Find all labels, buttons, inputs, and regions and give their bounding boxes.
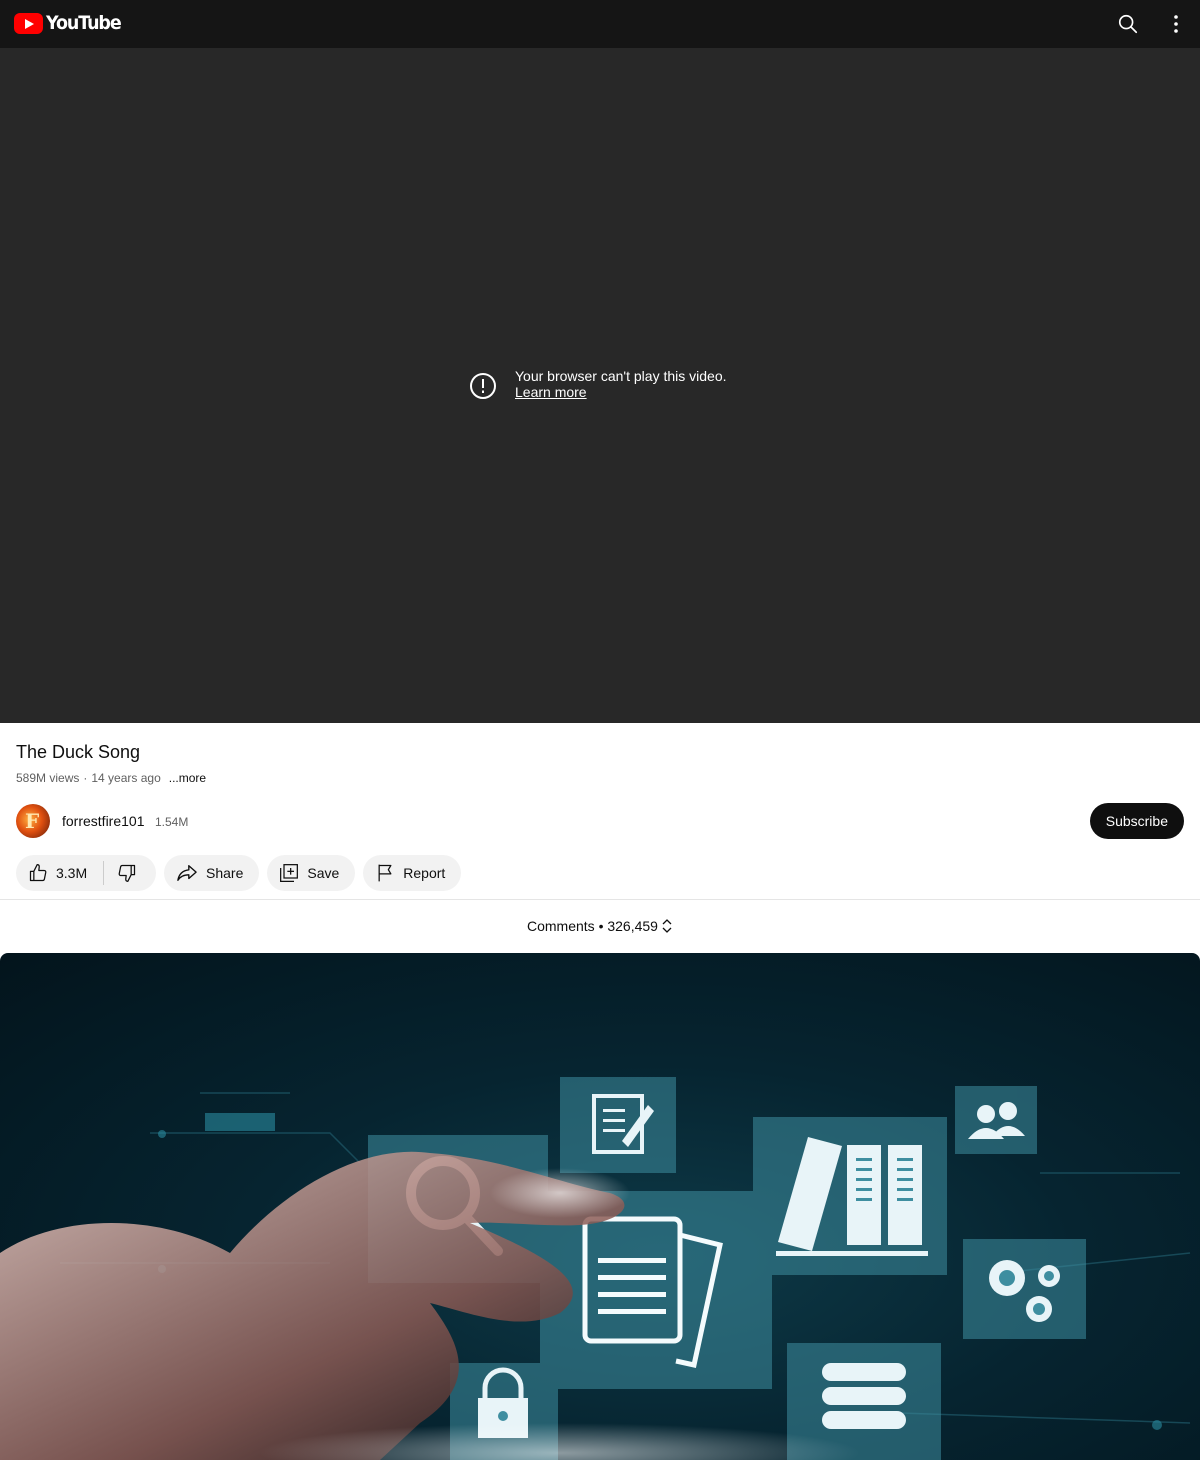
video-player[interactable]: Your browser can't play this video. Lear…: [0, 48, 1200, 723]
share-icon: [177, 865, 197, 881]
ad-illustration: [0, 1077, 1191, 1460]
report-label: Report: [403, 865, 446, 881]
flag-icon: [378, 864, 392, 882]
save-label: Save: [307, 865, 340, 881]
report-button[interactable]: Report: [363, 855, 462, 891]
channel-name[interactable]: forrestfire101: [62, 813, 144, 829]
expand-icon: [662, 919, 672, 933]
like-divider: [103, 861, 104, 885]
youtube-logo[interactable]: YouTube: [14, 13, 127, 34]
dislike-button[interactable]: [115, 861, 139, 885]
description-more-button[interactable]: ...more: [169, 771, 206, 785]
playlist-add-icon: [280, 864, 299, 882]
search-button[interactable]: [1114, 10, 1142, 38]
more-vert-icon: [1174, 15, 1178, 33]
thumbs-up-icon: [29, 864, 47, 882]
share-button[interactable]: Share: [164, 855, 260, 891]
view-count: 589M views: [16, 771, 80, 785]
save-button[interactable]: Save: [267, 855, 356, 891]
subscribe-button[interactable]: Subscribe: [1089, 803, 1184, 839]
like-button[interactable]: 3.3M: [16, 855, 87, 891]
channel-row: forrestfire101 1.54M Subscribe: [16, 803, 1184, 839]
logo-text: YouTube: [46, 12, 122, 34]
top-app-bar: YouTube: [0, 0, 1200, 48]
youtube-play-icon: [14, 13, 43, 34]
error-text: Your browser can't play this video.: [515, 368, 727, 384]
video-meta[interactable]: 589M views · 14 years ago ...more: [16, 771, 206, 785]
more-options-button[interactable]: [1162, 10, 1190, 38]
comments-header[interactable]: Comments • 326,459: [0, 918, 1200, 934]
player-error-message: Your browser can't play this video. Lear…: [468, 368, 727, 401]
server-icon: [822, 1363, 906, 1429]
ad-banner[interactable]: [0, 953, 1200, 1460]
upload-age: 14 years ago: [91, 771, 161, 785]
alert-circle-icon: [470, 373, 496, 399]
meta-separator: ·: [83, 771, 88, 785]
channel-avatar[interactable]: [16, 804, 50, 838]
thumbs-down-icon: [118, 864, 136, 882]
comments-label: Comments • 326,459: [527, 918, 658, 934]
search-icon: [1118, 14, 1138, 34]
section-divider: [0, 899, 1200, 900]
action-bar: 3.3M Share Save Report: [16, 855, 469, 891]
video-title: The Duck Song: [16, 742, 141, 762]
like-count: 3.3M: [56, 865, 88, 881]
share-label: Share: [206, 865, 244, 881]
learn-more-link[interactable]: Learn more: [515, 384, 727, 400]
like-dislike-group: 3.3M: [16, 855, 156, 891]
subscriber-count: 1.54M: [155, 815, 189, 829]
